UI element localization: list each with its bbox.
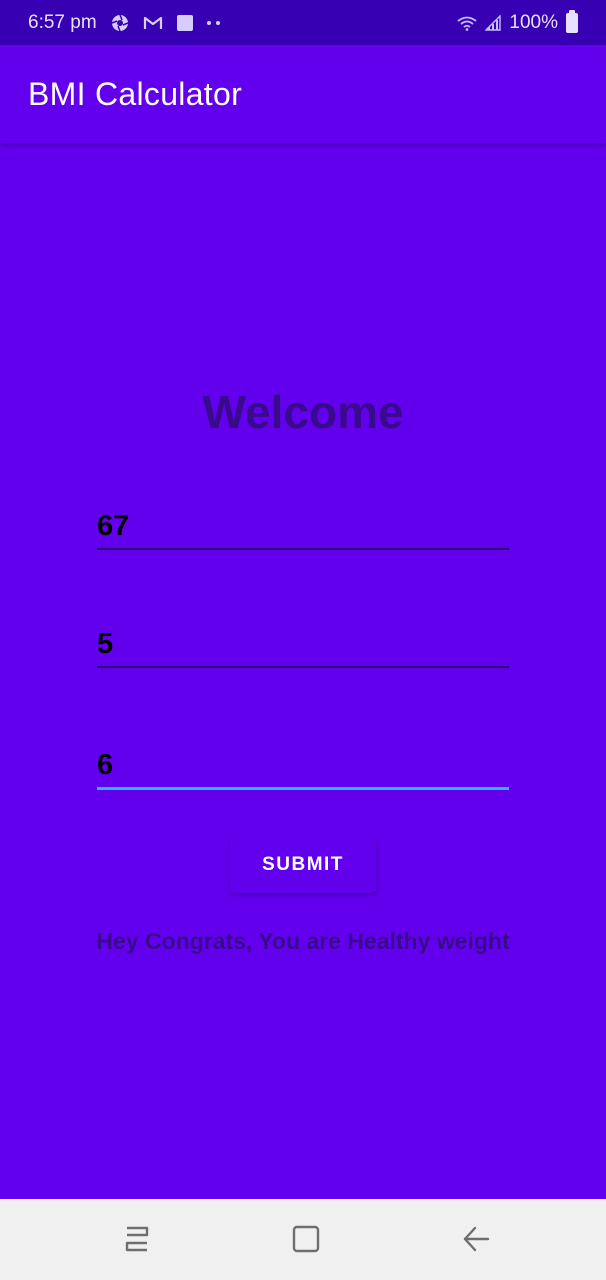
- navigation-bar: [0, 1199, 606, 1280]
- submit-button[interactable]: SUBMIT: [230, 837, 376, 893]
- back-icon[interactable]: [456, 1219, 496, 1259]
- battery-icon: [566, 9, 578, 33]
- height-inches-input[interactable]: [97, 744, 509, 790]
- status-bar: 6:57 pm 100%: [0, 0, 606, 45]
- aperture-icon: [111, 14, 129, 32]
- status-left: 6:57 pm: [28, 12, 220, 34]
- app-bar: BMI Calculator: [0, 45, 606, 143]
- gmail-icon: [143, 15, 163, 31]
- status-right: 100%: [457, 9, 578, 34]
- welcome-heading: Welcome: [202, 386, 404, 438]
- status-time: 6:57 pm: [28, 11, 97, 33]
- home-icon[interactable]: [286, 1219, 326, 1259]
- recent-apps-icon[interactable]: [117, 1219, 157, 1259]
- more-dots-icon: [206, 20, 220, 25]
- bmi-result-text: Hey Congrats, You are Healthy weight: [96, 928, 510, 954]
- wifi-icon: [457, 15, 477, 31]
- height-feet-input[interactable]: [97, 622, 509, 668]
- signal-icon: [485, 14, 502, 31]
- weight-input[interactable]: [97, 504, 509, 550]
- app-title: BMI Calculator: [28, 75, 243, 112]
- notification-square-icon: [176, 14, 193, 31]
- battery-percent: 100%: [509, 11, 558, 33]
